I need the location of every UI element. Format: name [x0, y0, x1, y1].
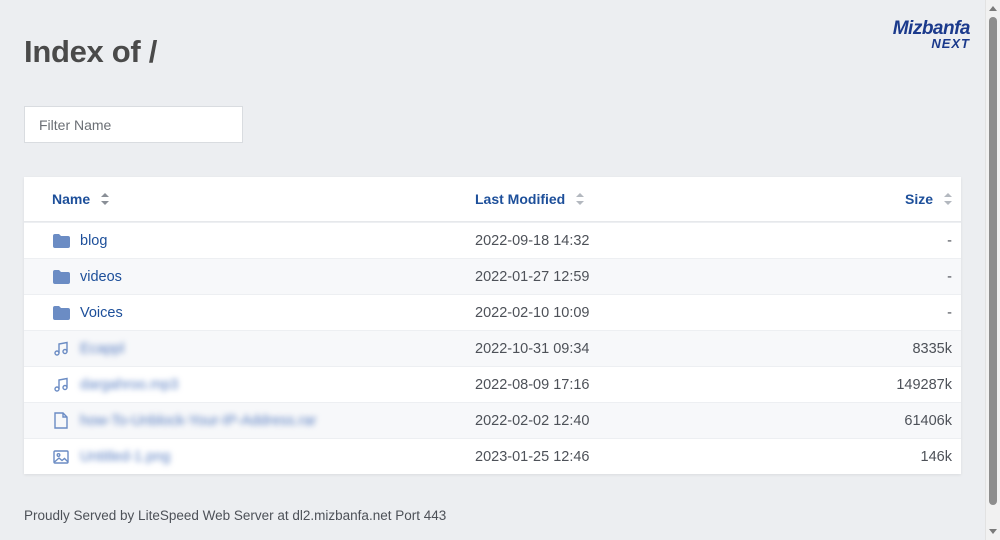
file-link[interactable]: videos: [80, 269, 122, 285]
table-row[interactable]: how-To-Unblock-Your-IP-Address.rar 2022-…: [24, 402, 961, 438]
size-cell: 149287k: [896, 376, 952, 393]
sort-by-name[interactable]: Name: [52, 177, 110, 221]
size-cell: -: [947, 304, 952, 321]
music-file-icon: [52, 340, 70, 358]
folder-icon: [52, 268, 70, 286]
music-file-icon: [52, 376, 70, 394]
file-link[interactable]: Voices: [80, 305, 123, 321]
filter-name-input[interactable]: [24, 106, 243, 143]
table-header-row: Name Last Modified Size: [24, 177, 961, 222]
column-header-modified[interactable]: Last Modified: [475, 191, 565, 207]
vertical-scrollbar[interactable]: [985, 0, 1000, 540]
modified-cell: 2022-09-18 14:32: [475, 232, 590, 249]
folder-icon: [52, 304, 70, 322]
column-header-size[interactable]: Size: [905, 191, 933, 207]
file-table: Name Last Modified Size blog 2022-09-18 …: [24, 177, 961, 474]
sort-by-modified[interactable]: Last Modified: [475, 177, 585, 221]
document-file-icon: [52, 412, 70, 430]
scrollbar-thumb[interactable]: [989, 17, 997, 505]
modified-cell: 2022-10-31 09:34: [475, 340, 590, 357]
page: Index of / Mizbanfa NEXT Name Last Modif…: [0, 0, 1000, 540]
image-file-icon: [52, 448, 70, 466]
table-row[interactable]: Ecappl 2022-10-31 09:34 8335k: [24, 330, 961, 366]
folder-icon: [52, 232, 70, 250]
file-link[interactable]: blog: [80, 233, 107, 249]
sort-icon[interactable]: [101, 193, 110, 205]
file-link[interactable]: how-To-Unblock-Your-IP-Address.rar: [80, 413, 316, 429]
site-logo[interactable]: Mizbanfa NEXT: [893, 19, 971, 50]
size-cell: 61406k: [904, 412, 952, 429]
scroll-up-arrow-icon[interactable]: [989, 6, 997, 11]
size-cell: -: [947, 268, 952, 285]
sort-icon[interactable]: [944, 193, 952, 205]
size-cell: -: [947, 232, 952, 249]
sort-icon[interactable]: [576, 193, 585, 205]
table-row[interactable]: Voices 2022-02-10 10:09 -: [24, 294, 961, 330]
page-title: Index of /: [24, 34, 158, 69]
modified-cell: 2022-02-02 12:40: [475, 412, 590, 429]
modified-cell: 2022-02-10 10:09: [475, 304, 590, 321]
sort-by-size[interactable]: Size: [905, 177, 952, 221]
size-cell: 8335k: [912, 340, 952, 357]
file-link[interactable]: dargahroo.mp3: [80, 377, 178, 393]
modified-cell: 2023-01-25 12:46: [475, 448, 590, 465]
table-row[interactable]: dargahroo.mp3 2022-08-09 17:16 149287k: [24, 366, 961, 402]
modified-cell: 2022-08-09 17:16: [475, 376, 590, 393]
table-row[interactable]: videos 2022-01-27 12:59 -: [24, 258, 961, 294]
file-link[interactable]: Ecappl: [80, 341, 124, 357]
modified-cell: 2022-01-27 12:59: [475, 268, 590, 285]
scroll-down-arrow-icon[interactable]: [989, 529, 997, 534]
table-row[interactable]: blog 2022-09-18 14:32 -: [24, 222, 961, 258]
server-footer: Proudly Served by LiteSpeed Web Server a…: [24, 508, 447, 523]
file-link[interactable]: Untitled-1.png: [80, 449, 170, 465]
table-row[interactable]: Untitled-1.png 2023-01-25 12:46 146k: [24, 438, 961, 474]
column-header-name[interactable]: Name: [52, 191, 90, 207]
size-cell: 146k: [920, 448, 952, 465]
